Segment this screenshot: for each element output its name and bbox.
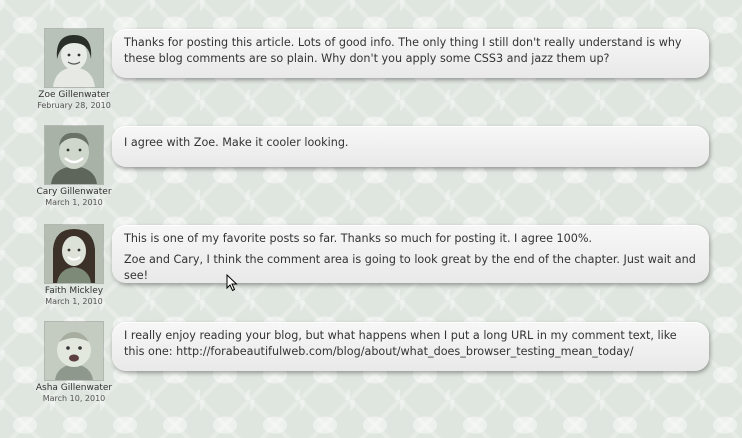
comment-bubble: Thanks for posting this article. Lots of… <box>112 29 709 78</box>
comment-date: February 28, 2010 <box>37 101 111 110</box>
comment-text: This is one of my favorite posts so far.… <box>124 232 593 245</box>
woman-long-hair-avatar-icon[interactable] <box>45 225 103 283</box>
author-name: Asha Gillenwater <box>35 383 113 393</box>
comment-date: March 1, 2010 <box>45 297 103 306</box>
author-name: Faith Mickley <box>44 286 104 296</box>
comment-date: March 10, 2010 <box>42 394 106 403</box>
comment-bubble: This is one of my favorite posts so far.… <box>112 225 709 283</box>
comment-text: Zoe and Cary, I think the comment area i… <box>124 253 696 282</box>
author-name: Zoe Gillenwater <box>38 90 110 100</box>
author-name: Cary Gillenwater <box>36 187 112 197</box>
woman-short-hair-avatar-icon[interactable] <box>45 29 103 87</box>
comment-bubble: I agree with Zoe. Make it cooler looking… <box>112 126 709 167</box>
comment-text: I agree with Zoe. Make it cooler looking… <box>124 136 349 149</box>
comment-date: March 1, 2010 <box>45 198 103 207</box>
mouse-pointer-icon <box>226 274 238 292</box>
comment-bubble: I really enjoy reading your blog, but wh… <box>112 322 709 371</box>
baby-avatar-icon[interactable] <box>45 322 103 380</box>
comment-text: I really enjoy reading your blog, but wh… <box>124 329 677 358</box>
comments-page: Zoe Gillenwater February 28, 2010 Thanks… <box>0 0 742 438</box>
man-smiling-avatar-icon[interactable] <box>45 126 103 184</box>
comment-text: Thanks for posting this article. Lots of… <box>124 36 682 65</box>
